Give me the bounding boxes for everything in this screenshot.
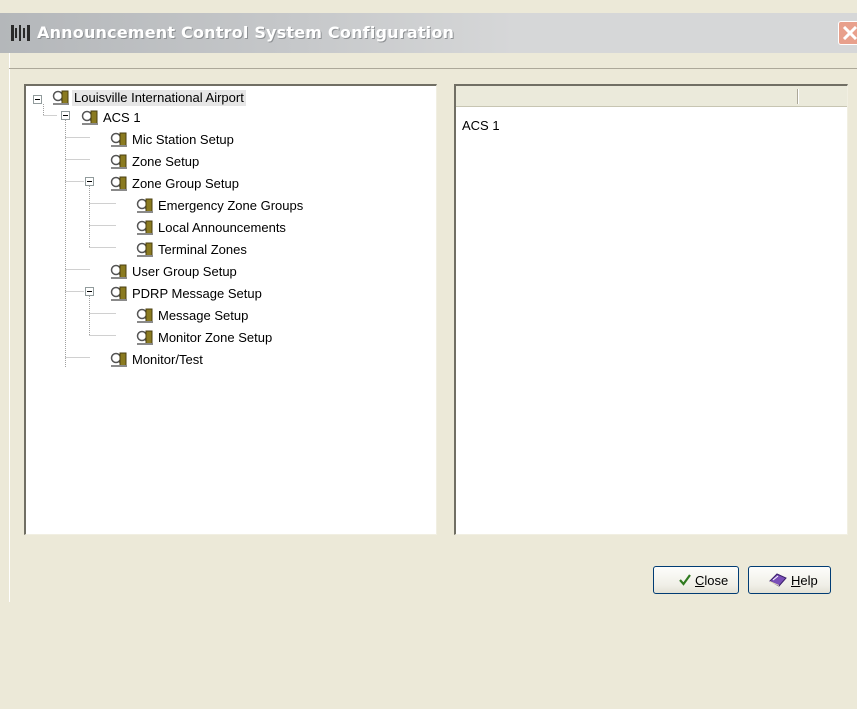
magnifier-tool-icon <box>110 176 128 192</box>
magnifier-tool-icon <box>110 286 128 302</box>
collapse-root-toggle[interactable] <box>33 95 42 104</box>
close-x-icon[interactable] <box>838 21 857 45</box>
magnifier-tool-icon <box>136 330 154 346</box>
tree-node-label: Terminal Zones <box>158 242 247 257</box>
column-header-bar[interactable] <box>456 86 847 107</box>
tree-node-label: User Group Setup <box>132 264 237 279</box>
close-button[interactable]: Close <box>653 566 739 594</box>
magnifier-tool-icon <box>136 308 154 324</box>
tree-node-label: Mic Station Setup <box>132 132 234 147</box>
magnifier-tool-icon <box>136 198 154 214</box>
app-icon <box>10 24 34 42</box>
collapse-acs-toggle[interactable] <box>61 111 70 120</box>
config-window: Announcement Control System Configuratio… <box>0 0 857 602</box>
tree-node-label: Local Announcements <box>158 220 286 235</box>
tree-node-label: PDRP Message Setup <box>132 286 262 301</box>
magnifier-tool-icon <box>136 220 154 236</box>
help-button[interactable]: Help <box>748 566 831 594</box>
magnifier-tool-icon <box>110 132 128 148</box>
tree-node-label: ACS 1 <box>103 110 141 125</box>
tree-node-label: Louisville International Airport <box>72 90 246 106</box>
magnifier-tool-icon <box>136 242 154 258</box>
tree-node-label: Monitor Zone Setup <box>158 330 273 345</box>
checkmark-icon <box>678 573 692 590</box>
detail-list-view[interactable]: ACS 1 <box>454 84 848 535</box>
magnifier-tool-icon <box>81 110 99 126</box>
magnifier-tool-icon <box>110 264 128 280</box>
tree-node-label: Monitor/Test <box>132 352 203 367</box>
title-bar[interactable]: Announcement Control System Configuratio… <box>0 13 857 53</box>
close-button-label: Close <box>695 573 729 588</box>
collapse-zone-group-toggle[interactable] <box>85 177 94 186</box>
window-title: Announcement Control System Configuratio… <box>37 23 455 42</box>
magnifier-tool-icon <box>110 352 128 368</box>
magnifier-tool-icon <box>52 90 70 106</box>
magnifier-tool-icon <box>110 154 128 170</box>
tree-node-label: Zone Setup <box>132 154 200 169</box>
detail-list-item[interactable]: ACS 1 <box>462 118 500 133</box>
help-button-label: Help <box>791 573 818 588</box>
tree-node-label: Message Setup <box>158 308 249 323</box>
tree-node-label: Emergency Zone Groups <box>158 198 304 213</box>
collapse-pdrp-toggle[interactable] <box>85 287 94 296</box>
help-book-icon <box>769 572 787 591</box>
column-divider-highlight <box>798 89 799 104</box>
tree-node-label: Zone Group Setup <box>132 176 239 191</box>
tree-view[interactable]: Louisville International Airport ACS 1 M… <box>24 84 437 535</box>
